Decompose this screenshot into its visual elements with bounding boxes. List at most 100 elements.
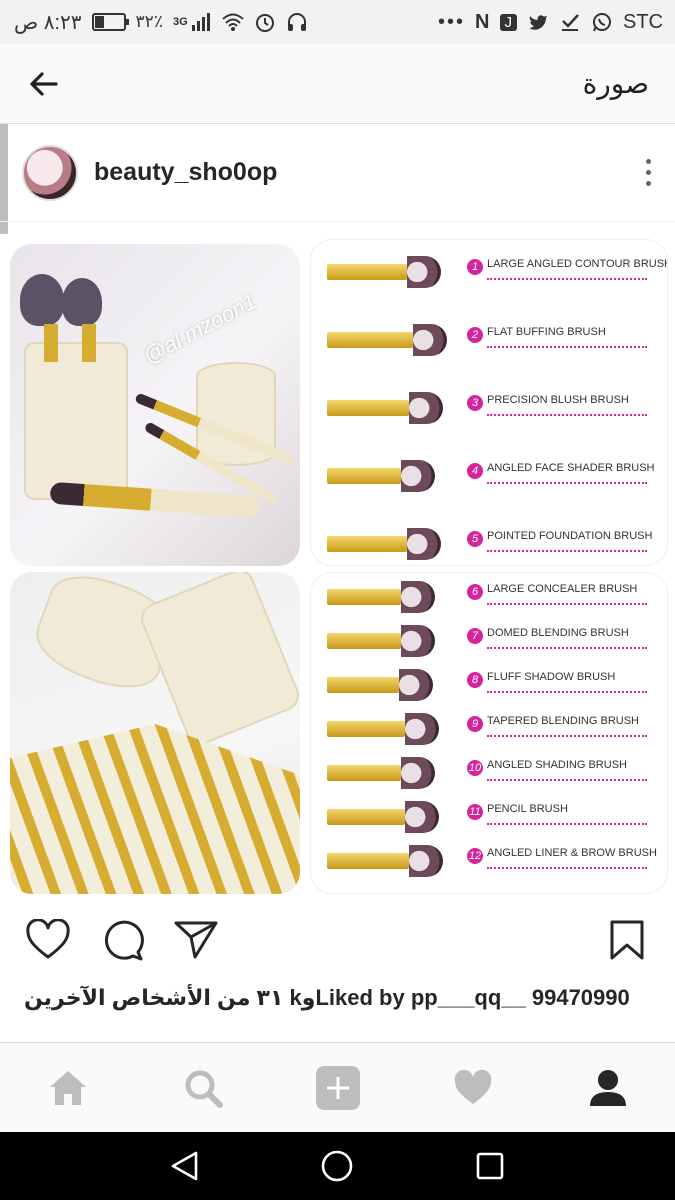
- brush-ferrule: [327, 765, 401, 781]
- brush-guide-row: 12 ANGLED LINER & BROW BRUSH: [319, 841, 659, 881]
- add-icon[interactable]: [308, 1058, 368, 1118]
- heart-icon[interactable]: [24, 916, 72, 964]
- headset-icon: [287, 13, 306, 31]
- bookmark-icon[interactable]: [603, 916, 651, 964]
- brush-ferrule: [327, 536, 407, 552]
- brush-label: ANGLED SHADING BRUSH: [487, 759, 627, 771]
- brush-label: LARGE CONCEALER BRUSH: [487, 583, 638, 595]
- post-actions: [0, 909, 675, 971]
- brush-label: ANGLED FACE SHADER BRUSH: [487, 462, 655, 474]
- brush-number: 5: [467, 531, 483, 547]
- brush-bristles: [405, 801, 439, 833]
- brush-bristles: [399, 669, 433, 701]
- brush-dotted-line: [487, 691, 647, 693]
- brush-dotted-line: [487, 603, 647, 605]
- brush-bristles: [407, 528, 441, 560]
- brush-guide-row: 7 DOMED BLENDING BRUSH: [319, 621, 659, 661]
- brush-label: LARGE ANGLED CONTOUR BRUSH: [487, 258, 668, 270]
- notification-j-icon: J: [499, 13, 517, 31]
- download-done-icon: [562, 14, 579, 31]
- brush-ferrule: [327, 468, 401, 484]
- brush-bristles: [401, 581, 435, 613]
- wifi-icon: [221, 13, 244, 31]
- brush-ferrule: [327, 633, 401, 649]
- brush-ferrule: [327, 809, 405, 825]
- bottom-nav: [0, 1042, 675, 1132]
- likes-text[interactable]: Liked by pp___qq__ 99470990وk ٣١ من الأش…: [24, 982, 651, 1014]
- brush-guide-row: 11 PENCIL BRUSH: [319, 797, 659, 837]
- notification-n: N: [475, 10, 490, 33]
- image-panel-brush-set: @al.mzoon1: [10, 244, 300, 566]
- post-username[interactable]: beauty_sho0op: [94, 158, 640, 187]
- brush-bristles: [405, 713, 439, 745]
- brush-ferrule: [327, 721, 405, 737]
- brush-label: TAPERED BLENDING BRUSH: [487, 715, 639, 727]
- arrow-left-icon[interactable]: [26, 66, 62, 102]
- recents-square-icon[interactable]: [475, 1151, 505, 1181]
- brush-lying-1: [49, 481, 261, 519]
- brush-label: PENCIL BRUSH: [487, 803, 568, 815]
- brush-guide-row: 2 FLAT BUFFING BRUSH: [319, 320, 659, 360]
- brush-label: PRECISION BLUSH BRUSH: [487, 394, 629, 406]
- comment-icon[interactable]: [98, 916, 146, 964]
- search-icon[interactable]: [173, 1058, 233, 1118]
- system-nav-bar: [0, 1132, 675, 1200]
- app-bar: صورة: [0, 44, 675, 124]
- activity-heart-icon[interactable]: [443, 1058, 503, 1118]
- brush-number: 6: [467, 584, 483, 600]
- brush-number: 7: [467, 628, 483, 644]
- case-tube: [136, 572, 300, 750]
- brush-guide-row: 9 TAPERED BLENDING BRUSH: [319, 709, 659, 749]
- brush-dotted-line: [487, 482, 647, 484]
- brush-handle-gold-1: [44, 324, 58, 362]
- brush-bristles: [407, 256, 441, 288]
- brush-dotted-line: [487, 647, 647, 649]
- brush-label: DOMED BLENDING BRUSH: [487, 627, 629, 639]
- brush-holder-cup: [24, 342, 128, 500]
- brush-number: 10: [467, 760, 483, 776]
- brush-bristles: [401, 625, 435, 657]
- twitter-icon: [529, 15, 547, 30]
- brush-dotted-line: [487, 414, 647, 416]
- brush-label: FLUFF SHADOW BRUSH: [487, 671, 616, 683]
- image-panel-brush-guide-top: 1 LARGE ANGLED CONTOUR BRUSH 2 FLAT BUFFING…: [310, 239, 668, 566]
- brush-ferrule: [327, 332, 413, 348]
- brush-guide-row: 1 LARGE ANGLED CONTOUR BRUSH: [319, 252, 667, 292]
- send-icon[interactable]: [172, 916, 220, 964]
- brush-number: 4: [467, 463, 483, 479]
- avatar[interactable]: [22, 144, 78, 201]
- more-notifications-icon: •••: [438, 10, 466, 33]
- brush-guide-row: 4 ANGLED FACE SHADER BRUSH: [319, 456, 659, 496]
- battery-percent: ٣٢٪: [135, 12, 163, 31]
- back-triangle-icon[interactable]: [170, 1150, 200, 1182]
- home-icon[interactable]: [38, 1058, 98, 1118]
- more-vertical-icon[interactable]: [640, 153, 657, 192]
- brush-number: 1: [467, 259, 483, 275]
- brush-number: 12: [467, 848, 483, 864]
- status-time: ٨:٢٣ ص: [14, 11, 82, 34]
- brush-ferrule: [327, 264, 407, 280]
- brush-dotted-line: [487, 823, 647, 825]
- brush-guide-row: 6 LARGE CONCEALER BRUSH: [319, 577, 659, 617]
- brush-bristles: [413, 324, 447, 356]
- brush-bristles: [401, 460, 435, 492]
- brush-head-2: [62, 278, 102, 326]
- brush-guide-row: 10 ANGLED SHADING BRUSH: [319, 753, 659, 793]
- brush-bristles: [401, 757, 435, 789]
- home-circle-icon[interactable]: [320, 1149, 354, 1183]
- profile-icon[interactable]: [578, 1058, 638, 1118]
- brush-number: 11: [467, 804, 483, 820]
- brush-dotted-line: [487, 346, 647, 348]
- brush-bristles: [409, 845, 443, 877]
- brush-dotted-line: [487, 867, 647, 869]
- alarm-icon: [255, 14, 274, 32]
- network-type: 3G: [172, 16, 188, 28]
- brush-dotted-line: [487, 550, 647, 552]
- brush-ferrule: [327, 853, 409, 869]
- brush-dotted-line: [487, 278, 647, 280]
- post-image[interactable]: @al.mzoon1 1 LARGE ANGLED CONTOUR BRUSH 2 F…: [0, 234, 675, 909]
- post-header: beauty_sho0op: [0, 124, 675, 222]
- brush-ferrule: [327, 589, 401, 605]
- whatsapp-icon: [593, 13, 611, 32]
- brush-handle-gold-2: [82, 324, 96, 362]
